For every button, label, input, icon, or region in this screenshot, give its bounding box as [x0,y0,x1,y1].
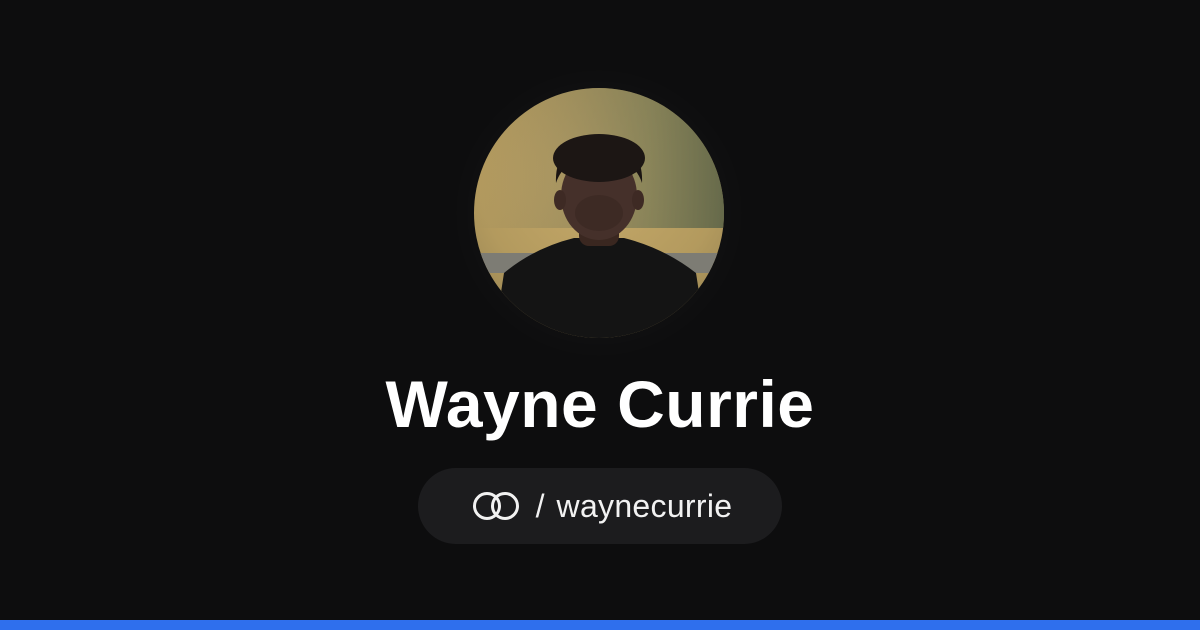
avatar-photo [474,88,724,338]
profile-card: Wayne Currie / waynecurrie [0,0,1200,630]
handle-separator: / [535,488,545,524]
profile-link-pill[interactable]: / waynecurrie [418,468,782,544]
avatar[interactable] [474,88,724,338]
accent-bar [0,620,1200,630]
display-name: Wayne Currie [385,367,815,441]
linked-rings-icon [472,492,519,520]
profile-handle: waynecurrie [556,488,733,524]
